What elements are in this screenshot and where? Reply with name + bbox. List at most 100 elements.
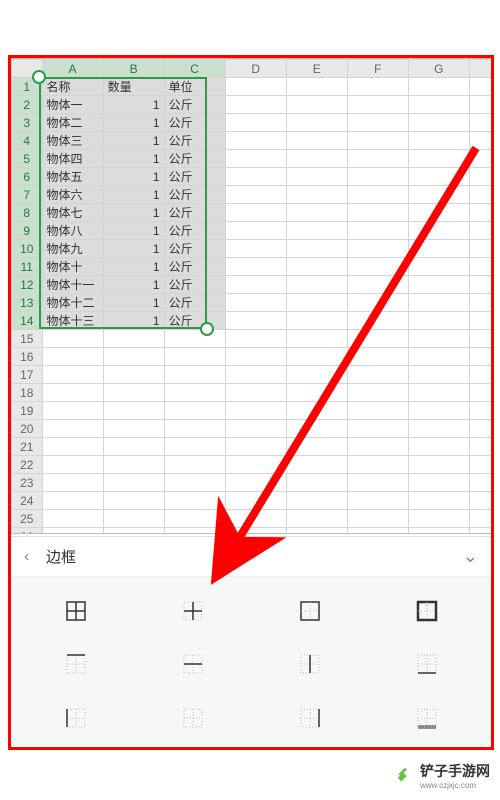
cell-F17[interactable]: [347, 366, 408, 384]
cell-H20[interactable]: [469, 420, 492, 438]
cell-E10[interactable]: [286, 240, 347, 258]
cell-G11[interactable]: [408, 258, 469, 276]
cell-F5[interactable]: [347, 150, 408, 168]
cell-F18[interactable]: [347, 384, 408, 402]
row-header-23[interactable]: 23: [12, 474, 43, 492]
border-style-all-borders[interactable]: [20, 587, 131, 635]
cell-C14[interactable]: 公斤: [164, 312, 225, 330]
cell-F14[interactable]: [347, 312, 408, 330]
cell-G12[interactable]: [408, 276, 469, 294]
cell-F6[interactable]: [347, 168, 408, 186]
cell-B6[interactable]: 1: [103, 168, 164, 186]
cell-A3[interactable]: 物体二: [42, 114, 103, 132]
col-header-H[interactable]: H: [469, 60, 492, 78]
border-style-inside-borders[interactable]: [137, 587, 248, 635]
cell-F11[interactable]: [347, 258, 408, 276]
cell-E17[interactable]: [286, 366, 347, 384]
cell-C2[interactable]: 公斤: [164, 96, 225, 114]
row-header-26[interactable]: 26: [12, 528, 43, 535]
col-header-D[interactable]: D: [225, 60, 286, 78]
row-header-5[interactable]: 5: [12, 150, 43, 168]
cell-F22[interactable]: [347, 456, 408, 474]
cell-G4[interactable]: [408, 132, 469, 150]
row-header-3[interactable]: 3: [12, 114, 43, 132]
border-style-inside-vertical[interactable]: [254, 641, 365, 689]
cell-E13[interactable]: [286, 294, 347, 312]
cell-F9[interactable]: [347, 222, 408, 240]
collapse-icon[interactable]: ⌄: [463, 546, 478, 567]
cell-A21[interactable]: [42, 438, 103, 456]
cell-A12[interactable]: 物体十一: [42, 276, 103, 294]
cell-C23[interactable]: [164, 474, 225, 492]
cell-B24[interactable]: [103, 492, 164, 510]
cell-D12[interactable]: [225, 276, 286, 294]
cell-H12[interactable]: [469, 276, 492, 294]
cell-A19[interactable]: [42, 402, 103, 420]
cell-D13[interactable]: [225, 294, 286, 312]
cell-C22[interactable]: [164, 456, 225, 474]
cell-G21[interactable]: [408, 438, 469, 456]
cell-B21[interactable]: [103, 438, 164, 456]
cell-A6[interactable]: 物体五: [42, 168, 103, 186]
cell-B11[interactable]: 1: [103, 258, 164, 276]
cell-B22[interactable]: [103, 456, 164, 474]
cell-E8[interactable]: [286, 204, 347, 222]
cell-G7[interactable]: [408, 186, 469, 204]
cell-C20[interactable]: [164, 420, 225, 438]
cell-F16[interactable]: [347, 348, 408, 366]
cell-H19[interactable]: [469, 402, 492, 420]
row-header-9[interactable]: 9: [12, 222, 43, 240]
row-header-22[interactable]: 22: [12, 456, 43, 474]
row-header-19[interactable]: 19: [12, 402, 43, 420]
cell-G6[interactable]: [408, 168, 469, 186]
border-style-inside-horizontal[interactable]: [137, 641, 248, 689]
border-style-thick-box[interactable]: [371, 587, 482, 635]
row-header-24[interactable]: 24: [12, 492, 43, 510]
row-header-8[interactable]: 8: [12, 204, 43, 222]
cell-G9[interactable]: [408, 222, 469, 240]
cell-F1[interactable]: [347, 78, 408, 96]
cell-B17[interactable]: [103, 366, 164, 384]
cell-C18[interactable]: [164, 384, 225, 402]
cell-D15[interactable]: [225, 330, 286, 348]
row-header-11[interactable]: 11: [12, 258, 43, 276]
row-header-4[interactable]: 4: [12, 132, 43, 150]
cell-A24[interactable]: [42, 492, 103, 510]
row-header-10[interactable]: 10: [12, 240, 43, 258]
row-header-17[interactable]: 17: [12, 366, 43, 384]
cell-D9[interactable]: [225, 222, 286, 240]
cell-B12[interactable]: 1: [103, 276, 164, 294]
cell-C7[interactable]: 公斤: [164, 186, 225, 204]
cell-A10[interactable]: 物体九: [42, 240, 103, 258]
row-header-14[interactable]: 14: [12, 312, 43, 330]
cell-F21[interactable]: [347, 438, 408, 456]
cell-H2[interactable]: [469, 96, 492, 114]
border-style-bottom-double[interactable]: [371, 694, 482, 742]
cell-H13[interactable]: [469, 294, 492, 312]
cell-G17[interactable]: [408, 366, 469, 384]
cell-D14[interactable]: [225, 312, 286, 330]
cell-H8[interactable]: [469, 204, 492, 222]
cell-E4[interactable]: [286, 132, 347, 150]
cell-D18[interactable]: [225, 384, 286, 402]
cell-D2[interactable]: [225, 96, 286, 114]
col-header-C[interactable]: C: [164, 60, 225, 78]
cell-D11[interactable]: [225, 258, 286, 276]
cell-D25[interactable]: [225, 510, 286, 528]
row-header-12[interactable]: 12: [12, 276, 43, 294]
cell-H23[interactable]: [469, 474, 492, 492]
cell-C9[interactable]: 公斤: [164, 222, 225, 240]
cell-E2[interactable]: [286, 96, 347, 114]
cell-A4[interactable]: 物体三: [42, 132, 103, 150]
cell-B16[interactable]: [103, 348, 164, 366]
cell-C5[interactable]: 公斤: [164, 150, 225, 168]
row-header-21[interactable]: 21: [12, 438, 43, 456]
cell-E11[interactable]: [286, 258, 347, 276]
cell-A17[interactable]: [42, 366, 103, 384]
cell-H17[interactable]: [469, 366, 492, 384]
cell-E12[interactable]: [286, 276, 347, 294]
cell-B1[interactable]: 数量: [103, 78, 164, 96]
border-style-no-border[interactable]: [137, 694, 248, 742]
cell-H11[interactable]: [469, 258, 492, 276]
cell-E20[interactable]: [286, 420, 347, 438]
